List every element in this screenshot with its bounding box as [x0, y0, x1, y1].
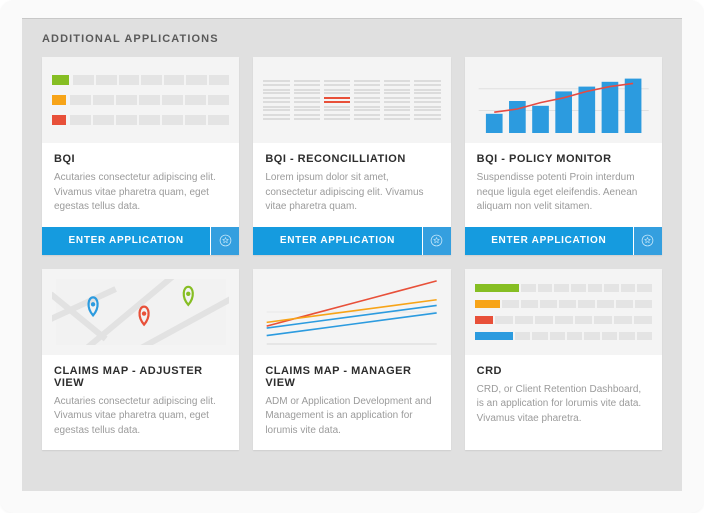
app-card-body: CLAIMS MAP - MANAGER VIEW ADM or Applica… — [253, 355, 450, 451]
app-card-body: BQI - POLICY MONITOR Suspendisse potenti… — [465, 143, 662, 227]
enter-application-button[interactable]: ENTER APPLICATION — [42, 227, 210, 255]
app-card-thumbnail — [465, 269, 662, 355]
enter-application-button[interactable]: ENTER APPLICATION — [465, 227, 633, 255]
app-card-title: BQI - RECONCILLIATION — [265, 153, 438, 165]
app-card-body: BQI Acutaries consectetur adipiscing eli… — [42, 143, 239, 227]
app-card-claims-manager: CLAIMS MAP - MANAGER VIEW ADM or Applica… — [253, 269, 450, 451]
app-card-bqi-policy: BQI - POLICY MONITOR Suspendisse potenti… — [465, 57, 662, 255]
favorite-button[interactable] — [211, 227, 239, 255]
app-card-description: Lorem ipsum dolor sit amet, consectetur … — [265, 171, 438, 215]
app-card-description: Suspendisse potenti Proin interdum neque… — [477, 171, 650, 215]
app-card-description: CRD, or Client Retention Dashboard, is a… — [477, 383, 650, 427]
app-card-thumbnail — [253, 269, 450, 355]
app-card-title: CLAIMS MAP - ADJUSTER VIEW — [54, 365, 227, 389]
app-card-thumbnail — [253, 57, 450, 143]
star-icon — [219, 234, 232, 247]
app-card-action-row: ENTER APPLICATION — [42, 227, 239, 255]
app-card-bqi-recon: BQI - RECONCILLIATION Lorem ipsum dolor … — [253, 57, 450, 255]
app-card-description: Acutaries consectetur adipiscing elit. V… — [54, 171, 227, 215]
app-card-title: BQI — [54, 153, 227, 165]
enter-application-button[interactable]: ENTER APPLICATION — [253, 227, 421, 255]
app-card-thumbnail — [465, 57, 662, 143]
app-card-title: BQI - POLICY MONITOR — [477, 153, 650, 165]
viewport-frame: ADDITIONAL APPLICATIONS BQI Acutaries co… — [0, 0, 704, 513]
app-card-title: CLAIMS MAP - MANAGER VIEW — [265, 365, 438, 389]
app-card-title: CRD — [477, 365, 650, 377]
panel: ADDITIONAL APPLICATIONS BQI Acutaries co… — [22, 18, 682, 491]
star-icon — [430, 234, 443, 247]
app-card-bqi: BQI Acutaries consectetur adipiscing eli… — [42, 57, 239, 255]
app-card-thumbnail — [42, 269, 239, 355]
app-card-action-row: ENTER APPLICATION — [253, 227, 450, 255]
divider — [22, 18, 682, 19]
app-card-thumbnail — [42, 57, 239, 143]
favorite-button[interactable] — [423, 227, 451, 255]
app-card-body: CRD CRD, or Client Retention Dashboard, … — [465, 355, 662, 451]
app-card-crd: CRD CRD, or Client Retention Dashboard, … — [465, 269, 662, 451]
app-card-description: Acutaries consectetur adipiscing elit. V… — [54, 395, 227, 439]
app-card-action-row: ENTER APPLICATION — [465, 227, 662, 255]
favorite-button[interactable] — [634, 227, 662, 255]
app-card-grid: BQI Acutaries consectetur adipiscing eli… — [42, 57, 662, 450]
app-card-claims-adjuster: CLAIMS MAP - ADJUSTER VIEW Acutaries con… — [42, 269, 239, 451]
app-card-description: ADM or Application Development and Manag… — [265, 395, 438, 439]
star-icon — [641, 234, 654, 247]
app-card-body: CLAIMS MAP - ADJUSTER VIEW Acutaries con… — [42, 355, 239, 451]
section-title: ADDITIONAL APPLICATIONS — [42, 33, 662, 45]
app-card-body: BQI - RECONCILLIATION Lorem ipsum dolor … — [253, 143, 450, 227]
